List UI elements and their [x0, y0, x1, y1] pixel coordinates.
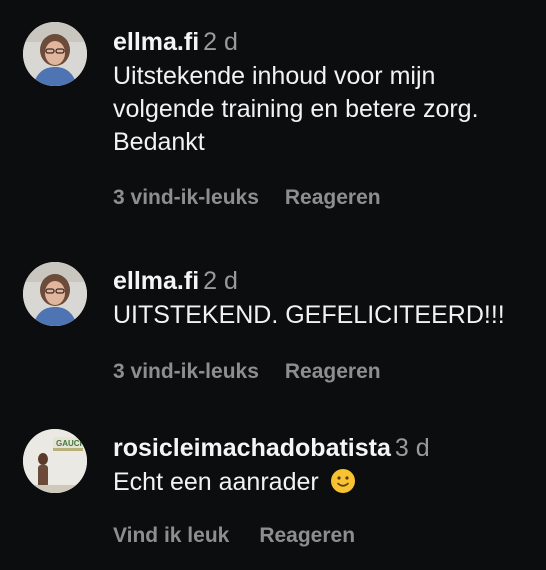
- comment-text: Uitstekende inhoud voor mijn volgende tr…: [113, 62, 479, 156]
- like-button[interactable]: Vind ik leuk: [113, 524, 229, 547]
- comment-timestamp: 3 d: [394, 434, 430, 462]
- like-count-button[interactable]: 3 vind-ik-leuks: [113, 186, 259, 209]
- comment-text-row: Echt een aanrader: [113, 466, 534, 503]
- comment-text: UITSTEKEND. GEFELICITEERD!!!: [113, 301, 505, 329]
- slightly-smiling-face-icon: [330, 468, 356, 503]
- like-count-button[interactable]: 3 vind-ik-leuks: [113, 360, 259, 383]
- reply-button[interactable]: Reageren: [259, 524, 355, 547]
- comment-username[interactable]: ellma.fi: [113, 267, 199, 295]
- comment-timestamp: 2 d: [203, 28, 238, 56]
- svg-text:GAUCH: GAUCH: [56, 439, 86, 448]
- avatar[interactable]: [23, 262, 87, 326]
- comment-timestamp: 2 d: [203, 267, 238, 295]
- comment-username[interactable]: rosicleimachadobatista: [113, 434, 391, 462]
- reply-button[interactable]: Reageren: [285, 186, 381, 209]
- comment-text: Echt een aanrader: [113, 468, 319, 496]
- avatar[interactable]: [23, 22, 87, 86]
- comment-username[interactable]: ellma.fi: [113, 28, 199, 56]
- profile-photo-icon: GAUCH: [23, 429, 87, 493]
- reply-button[interactable]: Reageren: [285, 360, 381, 383]
- profile-photo-icon: [23, 262, 87, 326]
- avatar[interactable]: GAUCH: [23, 429, 87, 493]
- profile-photo-icon: [23, 22, 87, 86]
